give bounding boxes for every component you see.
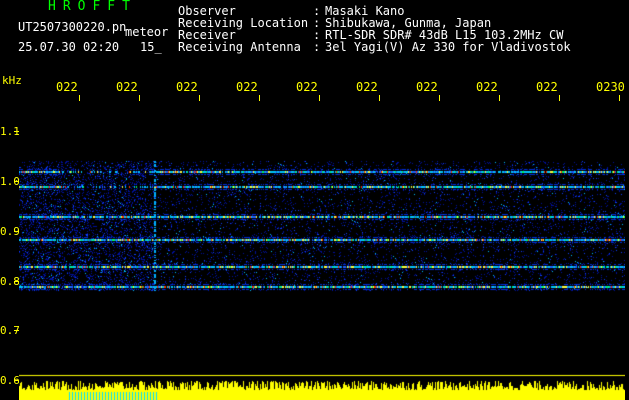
x-tick-label: 022 — [476, 80, 498, 94]
x-tick-label: 022 — [536, 80, 558, 94]
file-type: meteor — [125, 25, 169, 39]
antenna-label: Receiving Antenna — [178, 40, 301, 54]
interval-value: 15_ — [140, 40, 162, 54]
x-tick-label: 022 — [236, 80, 258, 94]
y-axis-unit: kHz — [2, 74, 22, 87]
spectrum-strip — [19, 372, 625, 400]
antenna-value: 3el Yagi(V) Az 330 for Vladivostok — [325, 40, 571, 54]
file-name: UT2507300220.pn — [18, 20, 127, 34]
waterfall-spectrogram — [19, 101, 625, 372]
x-tick-label: 022 — [356, 80, 378, 94]
x-tick-label: 022 — [56, 80, 78, 94]
x-tick-label: 022 — [176, 80, 198, 94]
x-tick-label: 022 — [296, 80, 318, 94]
antenna-colon: : — [313, 40, 321, 54]
x-tick-label: 0230 — [596, 80, 625, 94]
app-title: HROFFT — [48, 0, 137, 14]
date-time: 25.07.30 02:20 — [18, 40, 120, 54]
x-tick-label: 022 — [416, 80, 438, 94]
x-tick-label: 022 — [116, 80, 138, 94]
